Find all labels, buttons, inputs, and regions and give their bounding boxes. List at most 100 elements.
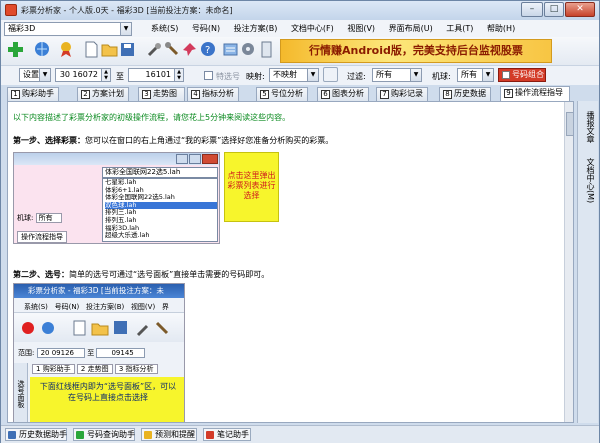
- content-scrollbar[interactable]: [564, 102, 573, 422]
- filter-value: 所有: [376, 70, 392, 79]
- range-from-input[interactable]: 30 16072 ▲ ▼: [55, 68, 111, 82]
- bottom-tab-label: 号码查询助手: [87, 430, 135, 439]
- step2-screenshot: 彩票分析家 - 福彩3D [当前投注方案：未 系统(S) 号码(N) 投注方案(…: [13, 283, 185, 422]
- save-icon[interactable]: [119, 41, 136, 58]
- menu-system[interactable]: 系统(S): [151, 24, 178, 33]
- bottom-tab-forecast[interactable]: 预测和提醒: [141, 428, 197, 441]
- lottery-select[interactable]: 福彩3D ▼: [4, 22, 132, 36]
- tools-icon[interactable]: [146, 41, 163, 58]
- menu-help[interactable]: 帮助(H): [487, 24, 515, 33]
- gear-icon[interactable]: [240, 41, 257, 58]
- shot-tab: 操作流程指导: [17, 231, 67, 243]
- map-settings-icon[interactable]: [323, 67, 338, 82]
- tab-records[interactable]: 7 购彩记录: [376, 87, 428, 101]
- shot2-menu-item: 投注方案(B): [85, 303, 125, 311]
- open-folder-icon[interactable]: [101, 41, 118, 58]
- history-icon: [8, 431, 16, 439]
- tab-position[interactable]: 5 号位分析: [256, 87, 308, 101]
- shot2-side-panel: 选号面板: [14, 363, 28, 422]
- step1-text: 您可以在窗口的右上角通过“我的彩票”选择好您准备分析购买的彩票。: [85, 136, 334, 145]
- special-checkbox[interactable]: [204, 71, 213, 80]
- map-value: 不映射: [273, 70, 297, 79]
- bottom-tab-lookup[interactable]: 号码查询助手: [73, 428, 135, 441]
- shot-close: [202, 154, 218, 164]
- tab-chart[interactable]: 6 图表分析: [317, 87, 369, 101]
- shot2-range-label: 范围:: [18, 349, 35, 357]
- number-combo-label: 号码组合: [512, 70, 544, 79]
- range-to-value: 16101: [145, 70, 171, 79]
- right-sidebar: 播报文章 文档中心(M): [577, 101, 598, 423]
- shot2-tabs: 1 购彩助手 2 走势图 3 指标分析: [32, 364, 158, 374]
- shot-select: 体彩全国联网22选5.lah: [102, 167, 218, 178]
- step2-paragraph: 第二步、选号：简单的选号可通过“选号面板”直接单击需要的号码即可。: [13, 269, 269, 280]
- shot2-menu-item: 号码(N): [54, 303, 80, 311]
- checkbox-icon: [502, 71, 510, 79]
- step2-text: 简单的选号可通过“选号面板”直接单击需要的号码即可。: [69, 270, 270, 279]
- stepper-icon[interactable]: ▲ ▼: [101, 69, 110, 81]
- number-combo-button[interactable]: 号码组合: [498, 68, 546, 82]
- help-icon[interactable]: ?: [200, 41, 217, 58]
- menu-layout[interactable]: 界面布局(U): [389, 24, 433, 33]
- bottom-tab-label: 笔记助手: [217, 430, 249, 439]
- sidebar-doc-center[interactable]: 文档中心(M): [582, 155, 595, 207]
- stepper-icon[interactable]: ▲ ▼: [174, 69, 183, 81]
- step1-screenshot: 体彩全国联网22选5.lah 七星彩.lah 体彩6+1.lah 体彩全国联网2…: [13, 152, 220, 244]
- menu-number[interactable]: 号码(N): [192, 24, 220, 33]
- tab-trend[interactable]: 3 走势图: [138, 87, 185, 101]
- document-icon[interactable]: [258, 41, 275, 58]
- add-icon[interactable]: [7, 41, 24, 58]
- shot2-toolbar: [14, 312, 184, 342]
- bottom-tab-history[interactable]: 历史数据助手: [5, 428, 67, 441]
- minimize-button[interactable]: –: [521, 2, 543, 17]
- lottery-select-value: 福彩3D: [8, 24, 36, 33]
- plan-icon[interactable]: [222, 41, 239, 58]
- pin-icon[interactable]: [182, 41, 199, 58]
- main-window: 彩票分析家 - 个人版.0天 - 福彩3D [当前投注方案：未命名] – □ ✕…: [0, 0, 600, 443]
- ad-banner[interactable]: 行情赚Android版，完美支持后台监视股票: [280, 39, 552, 63]
- window-title: 彩票分析家 - 个人版.0天 - 福彩3D [当前投注方案：未命名]: [21, 6, 233, 15]
- shot2-callout: 下面红线框内即为“选号面板”区，可以在号码上直接点击选择: [30, 377, 184, 422]
- filter-select[interactable]: 所有 ▼: [372, 68, 422, 82]
- step1-title: 第一步、选择彩票：: [13, 136, 85, 145]
- maximize-button[interactable]: □: [544, 2, 564, 17]
- tab-history[interactable]: 8 历史数据: [439, 87, 491, 101]
- shot-select-value: 体彩全国联网22选5.lah: [105, 168, 181, 176]
- close-button[interactable]: ✕: [565, 2, 595, 17]
- menu-docs[interactable]: 文档中心(F): [291, 24, 334, 33]
- shot-machine-label: 机球:: [17, 214, 34, 222]
- new-file-icon[interactable]: [83, 41, 100, 58]
- tab-plan[interactable]: 2 方案计划: [77, 87, 129, 101]
- menu-view[interactable]: 视图(V): [347, 24, 375, 33]
- shot-option-list: 七星彩.lah 体彩6+1.lah 体彩全国联网22选5.lah 双色球.lah…: [102, 178, 218, 242]
- tab-guide[interactable]: 9 操作流程指导: [500, 86, 570, 101]
- scrollbar-thumb[interactable]: [566, 112, 573, 136]
- settings-label: 设置: [23, 70, 39, 79]
- settings-select[interactable]: 设置 ▼: [19, 68, 51, 82]
- filter-label: 过滤:: [347, 72, 366, 81]
- banner-text: 行情赚Android版，完美支持后台监视股票: [309, 44, 523, 57]
- range-from-value: 30 16072: [59, 70, 98, 79]
- shot2-titlebar: 彩票分析家 - 福彩3D [当前投注方案：未: [14, 284, 184, 298]
- intro-text: 以下内容描述了彩票分析家的初级操作流程，请您花上5分钟来阅读这些内容。: [13, 113, 291, 122]
- wrench-icon[interactable]: [164, 41, 181, 58]
- menu-bet-plan[interactable]: 投注方案(B): [234, 24, 278, 33]
- tab-purchase-assistant[interactable]: 1 购彩助手: [7, 87, 59, 101]
- sidebar-articles[interactable]: 播报文章: [582, 107, 595, 147]
- menu-tools[interactable]: 工具(T): [446, 24, 473, 33]
- machine-label: 机球:: [432, 72, 451, 81]
- range-to-input[interactable]: 16101 ▲ ▼: [128, 68, 184, 82]
- step1-callout: 点击这里弹出彩票列表进行选择: [224, 152, 279, 222]
- shot-machine-value: 所有: [35, 213, 62, 223]
- bottom-tab-notes[interactable]: 笔记助手: [203, 428, 251, 441]
- search-icon: [76, 431, 84, 439]
- shot2-toolbar-icons: [22, 320, 169, 337]
- globe-icon[interactable]: [34, 41, 51, 58]
- bell-icon: [144, 431, 152, 439]
- shot2-menu-item: 界: [161, 303, 169, 311]
- machine-select[interactable]: 所有 ▼: [457, 68, 494, 82]
- tab-indicator[interactable]: 4 指标分析: [187, 87, 239, 101]
- award-icon[interactable]: [58, 41, 75, 58]
- map-select[interactable]: 不映射 ▼: [269, 68, 319, 82]
- shot2-range: 范围: 20 09126 至 09145: [18, 348, 145, 358]
- step2-title: 第二步、选号：: [13, 270, 69, 279]
